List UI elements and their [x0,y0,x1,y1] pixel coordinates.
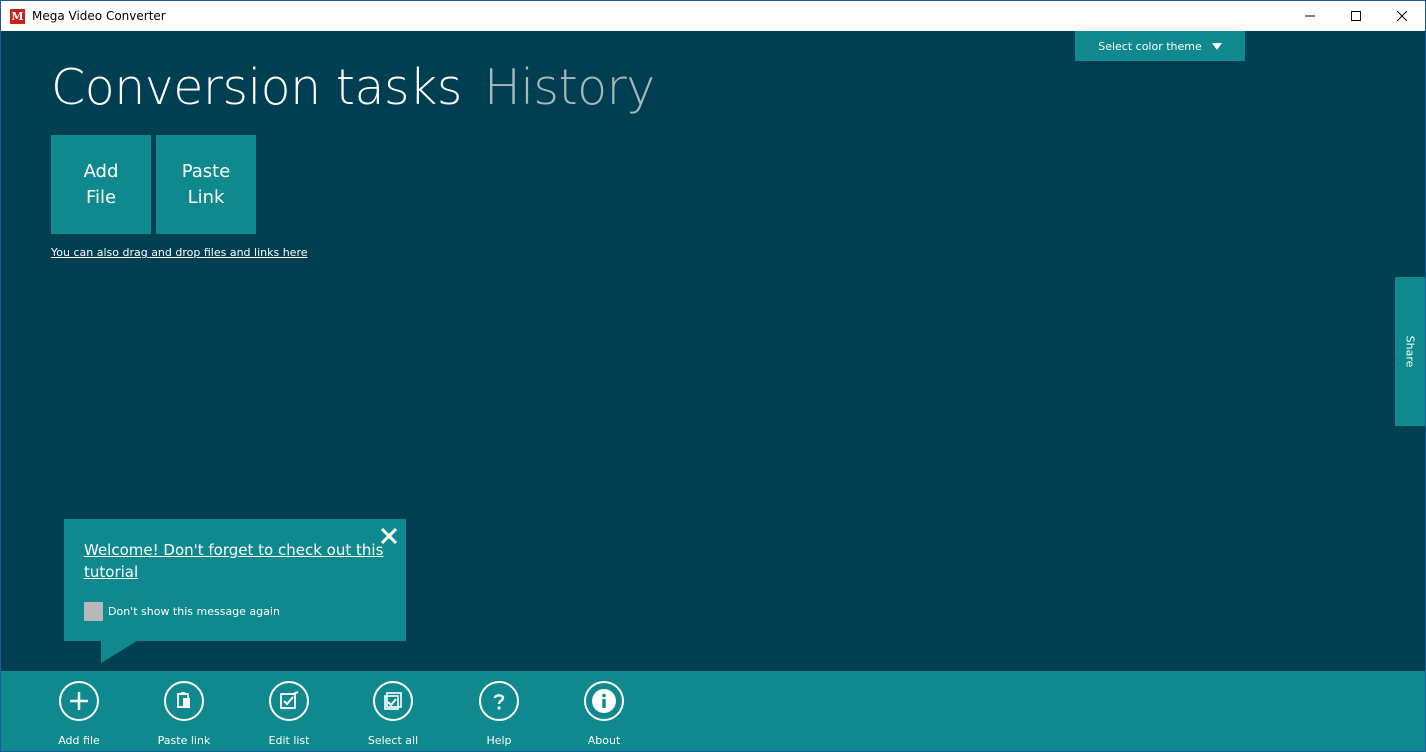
add-file-tile[interactable]: Add File [51,135,151,234]
toolbar-about-button[interactable]: About [559,681,649,747]
dont-show-again-label: Don't show this message again [108,605,280,618]
dont-show-again-row: Don't show this message again [84,602,280,621]
clipboard-icon [164,681,204,721]
bottom-toolbar: Add file Paste link Edit list Select all… [1,671,1425,751]
theme-button-label: Select color theme [1098,39,1202,53]
window-title: Mega Video Converter [32,9,166,23]
share-button[interactable]: Share [1395,277,1425,426]
toolbar-paste-link-label: Paste link [157,734,211,747]
toolbar-select-all-button[interactable]: Select all [348,681,438,747]
caret-down-icon [1211,42,1222,50]
share-label: Share [1403,335,1417,368]
main-area: Select color theme Conversion tasks Hist… [1,31,1425,671]
select-all-icon [373,681,413,721]
close-window-button[interactable] [1379,1,1425,31]
toolbar-edit-list-label: Edit list [268,734,310,747]
toolbar-help-label: Help [486,734,512,747]
paste-link-tile-label-1: Paste [181,160,231,182]
maximize-icon [1351,11,1361,21]
close-icon [1397,11,1407,21]
popup-close-button[interactable] [380,527,398,545]
view-tabs: Conversion tasks History [51,59,655,116]
popup-pointer [101,641,137,663]
toolbar-add-file-label: Add file [58,734,100,747]
app-logo-icon: M [10,8,25,24]
toolbar-add-file-button[interactable]: Add file [34,681,124,747]
paste-link-tile-label-2: Link [187,186,225,208]
tab-conversion-tasks[interactable]: Conversion tasks [51,59,462,116]
add-file-tile-label-1: Add [83,160,119,182]
add-file-tile-label-2: File [85,186,117,208]
info-icon [584,681,624,721]
plus-icon [59,681,99,721]
window-controls [1287,1,1425,31]
toolbar-about-label: About [587,734,621,747]
toolbar-help-button[interactable]: Help [454,681,544,747]
select-color-theme-button[interactable]: Select color theme [1075,31,1245,61]
welcome-popup: Welcome! Don't forget to check out this … [64,519,406,641]
drag-drop-hint-link[interactable]: You can also drag and drop files and lin… [51,246,308,259]
app-window: M Mega Video Converter Select color them… [0,0,1426,752]
minimize-icon [1305,15,1315,17]
edit-list-icon [269,681,309,721]
close-icon [380,527,398,545]
tab-history[interactable]: History [484,59,655,116]
minimize-button[interactable] [1287,1,1333,31]
title-bar: M Mega Video Converter [1,1,1425,31]
paste-link-tile[interactable]: Paste Link [156,135,256,234]
question-icon [479,681,519,721]
maximize-button[interactable] [1333,1,1379,31]
dont-show-again-checkbox[interactable] [84,602,103,621]
toolbar-paste-link-button[interactable]: Paste link [139,681,229,747]
toolbar-edit-list-button[interactable]: Edit list [244,681,334,747]
tutorial-link[interactable]: Welcome! Don't forget to check out this … [84,539,384,583]
toolbar-select-all-label: Select all [367,734,419,747]
